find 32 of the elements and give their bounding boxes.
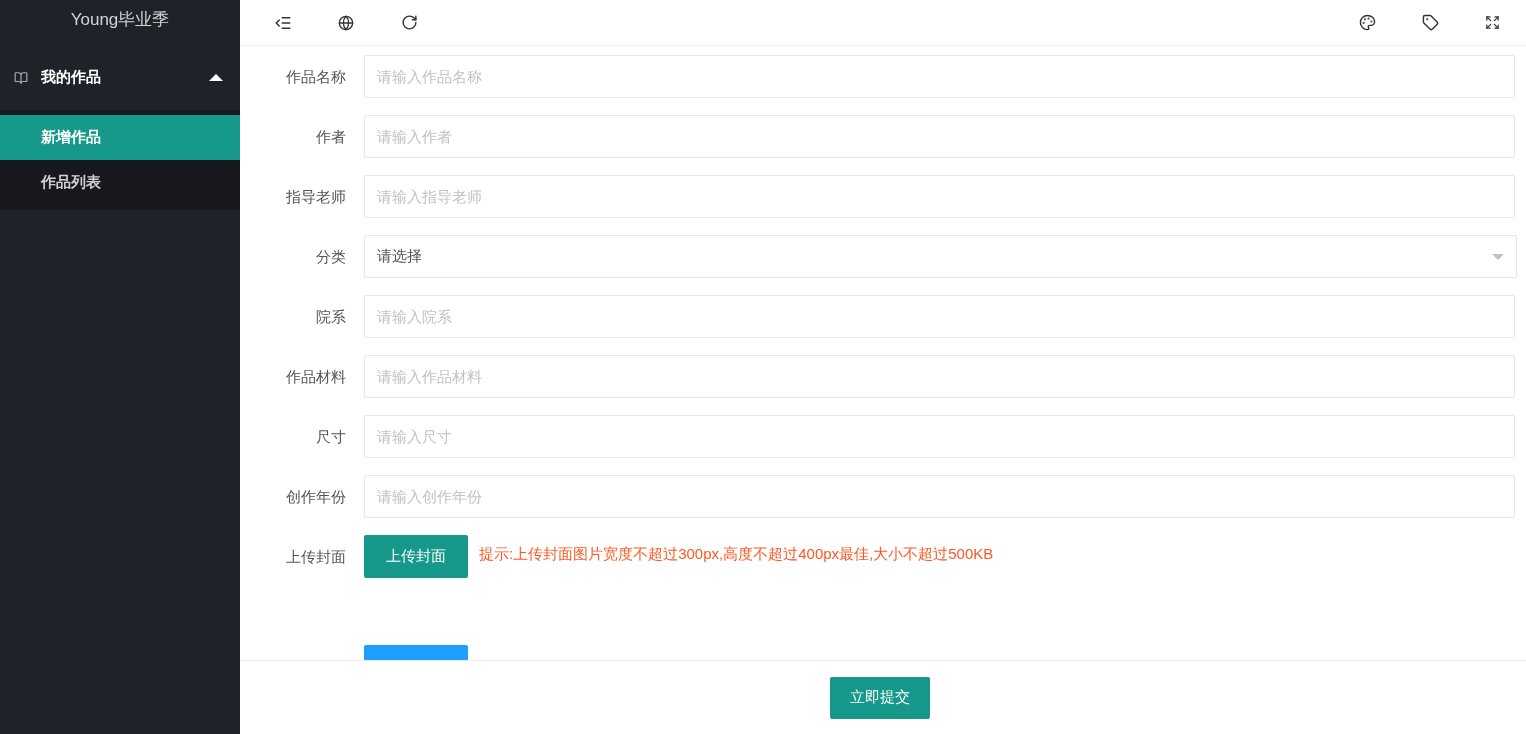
text-field[interactable]: 请输入作品材料 [364,355,1515,398]
field-label: 尺寸 [315,427,347,447]
field-label: 创作年份 [285,487,347,507]
menu-item[interactable]: 作品列表 [0,160,240,205]
field-label: 作品材料 [285,367,347,387]
dropdown-caret-icon [1492,253,1504,260]
upload-hint: 提示:上传封面图片宽度不超过300px,高度不超过400px最佳,大小不超过500KB [479,544,994,564]
field-label: 上传封面 [285,547,347,567]
field-label: 分类 [315,247,347,267]
app-title: Young毕业季 [70,9,170,31]
text-field[interactable]: 请输入作品名称 [364,55,1515,98]
text-field[interactable]: 请输入指导老师 [364,175,1515,218]
submit-button[interactable]: 立即提交 [830,676,930,719]
field-label: 院系 [315,307,347,327]
tag-icon[interactable] [1422,14,1439,31]
text-field[interactable]: 请输入创作年份 [364,475,1515,518]
caret-icon [209,74,223,81]
field-label: 作品名称 [285,67,347,87]
text-field[interactable]: 请输入尺寸 [364,415,1515,458]
field-label: 指导老师 [285,187,347,207]
field-label: 作者 [315,127,347,147]
menu-group[interactable]: 我的作品 [0,45,240,110]
menu-item[interactable]: 新增作品 [0,115,240,160]
text-field[interactable]: 请输入院系 [364,295,1515,338]
select-field[interactable]: 请选择 [364,235,1517,278]
upload-button[interactable]: 上传封面 [364,535,468,578]
globe-icon[interactable] [338,14,354,31]
text-field[interactable]: 请输入作者 [364,115,1515,158]
fullscreen-icon[interactable] [1485,15,1500,30]
refresh-icon[interactable] [401,14,418,31]
palette-icon[interactable] [1359,14,1376,31]
book-icon [14,70,28,85]
